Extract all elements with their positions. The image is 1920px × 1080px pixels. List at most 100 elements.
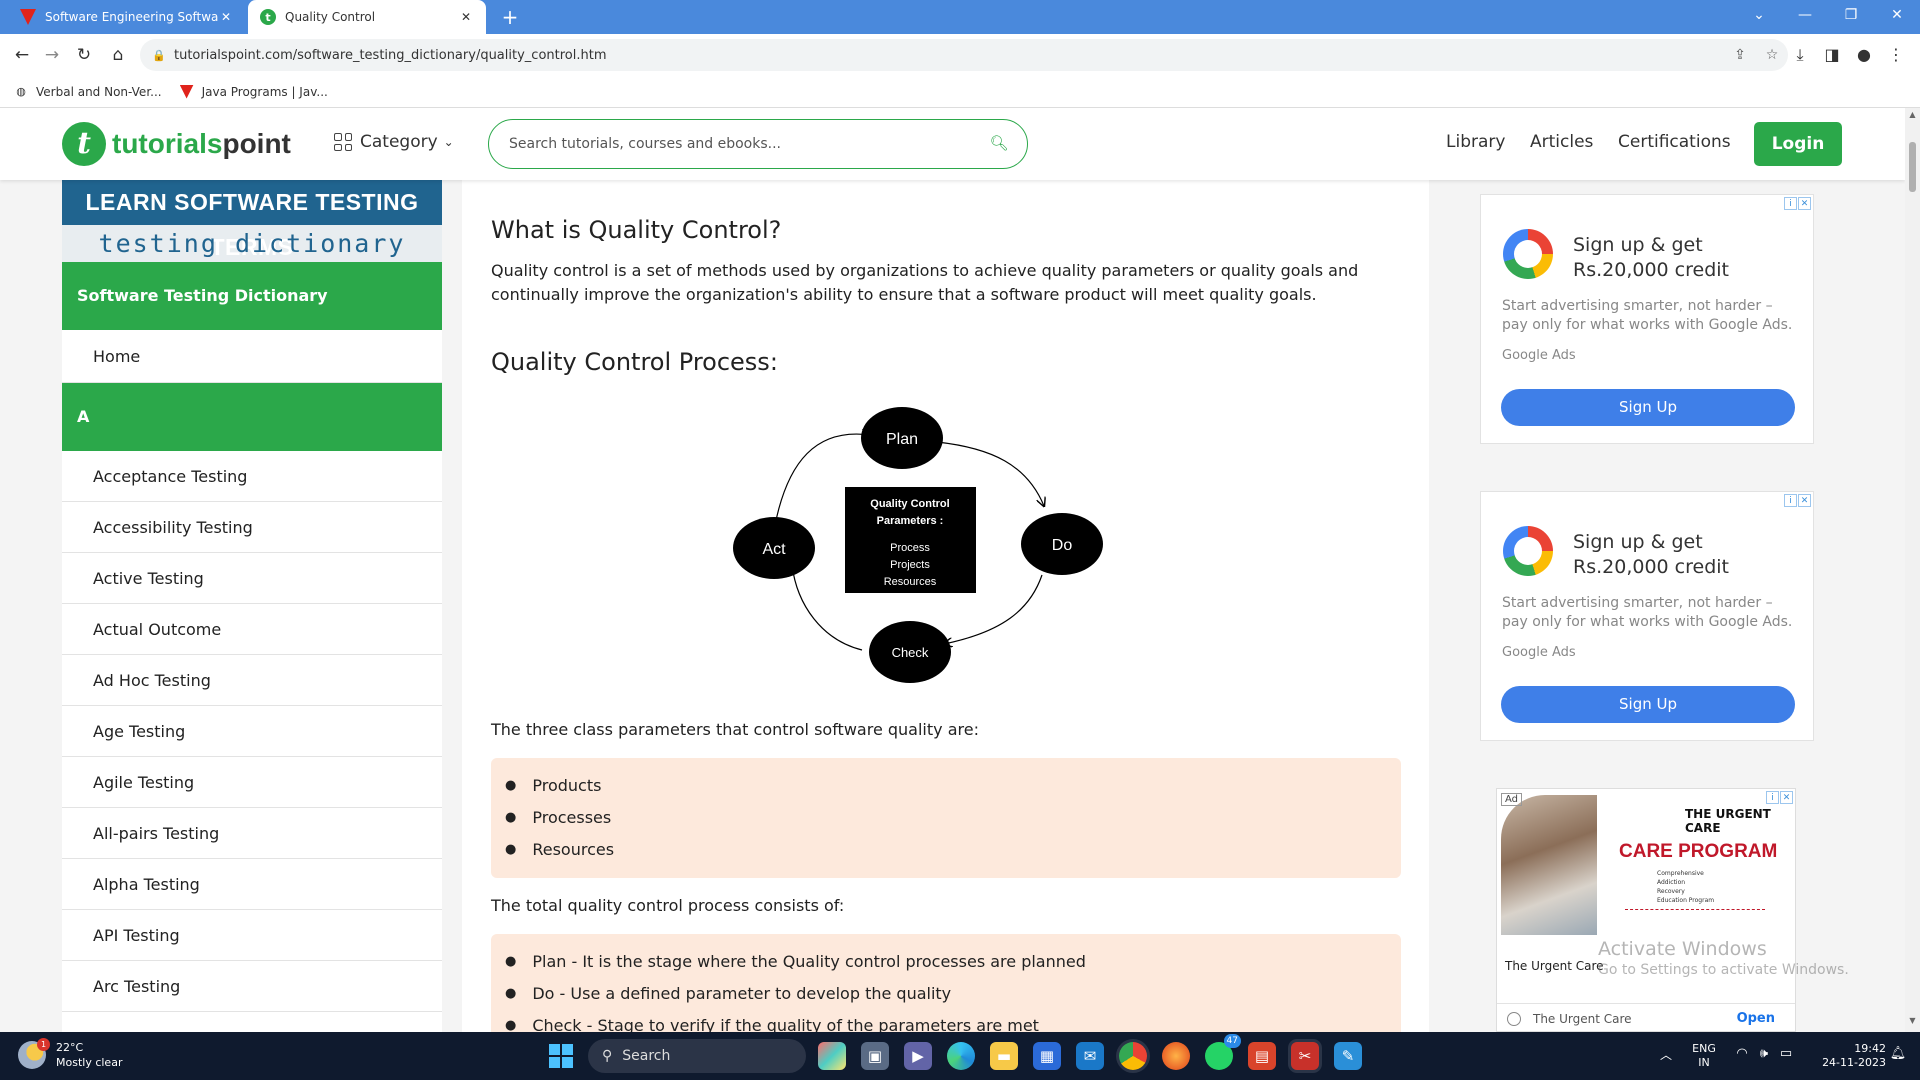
profile-avatar-icon[interactable]: ● — [1852, 43, 1876, 67]
reload-button[interactable]: ↻ — [70, 41, 98, 69]
parameter-process: Process — [890, 542, 930, 554]
show-hidden-icons-chevron-icon[interactable]: ︿ — [1656, 1046, 1676, 1080]
clock-date: 24-11-2023 — [1822, 1056, 1886, 1069]
nav-certifications[interactable]: Certifications — [1618, 132, 1731, 152]
scrollbar-thumb[interactable] — [1909, 142, 1916, 192]
bookmark-star-icon[interactable]: ☆ — [1756, 47, 1788, 63]
check-label: Check — [892, 645, 929, 660]
chrome-browser-icon[interactable] — [1119, 1042, 1147, 1070]
search-box[interactable]: 🔍︎ — [488, 119, 1028, 169]
share-icon[interactable]: ⇪ — [1724, 47, 1756, 63]
sidebar-item-arc-testing[interactable]: Arc Testing — [62, 961, 442, 1012]
sidebar-item-home[interactable]: Home — [62, 330, 442, 383]
scroll-down-arrow-icon[interactable]: ▼ — [1905, 1016, 1920, 1030]
taskbar-search[interactable]: ⚲ Search — [588, 1039, 806, 1073]
notification-bell-icon[interactable]: 🔔︎ — [1888, 1046, 1908, 1080]
urgent-care-ad[interactable]: Ad i ✕ THE URGENT CARE CARE PROGRAM Compr… — [1496, 788, 1796, 1032]
close-tab-icon[interactable]: ✕ — [218, 10, 234, 24]
volume-icon[interactable]: 🕪 — [1754, 1046, 1774, 1080]
wifi-icon[interactable]: ◠ — [1732, 1046, 1752, 1080]
plan-label: Plan — [886, 431, 918, 448]
sidebar-item-active-testing[interactable]: Active Testing — [62, 553, 442, 604]
list-item: Resources — [505, 840, 1401, 872]
close-tab-icon[interactable]: ✕ — [458, 10, 474, 24]
snipping-tool-icon[interactable]: ✂ — [1291, 1042, 1319, 1070]
tutorialspoint-favicon-icon — [179, 84, 194, 99]
clock[interactable]: 19:42 24-11-2023 — [1806, 1042, 1886, 1080]
sidebar-item-actual-outcome[interactable]: Actual Outcome — [62, 604, 442, 655]
close-icon: ✕ — [1798, 494, 1811, 507]
ad-choices[interactable]: i ✕ — [1784, 197, 1811, 210]
teams-chat-icon[interactable]: ▶ — [904, 1042, 932, 1070]
parameter-projects: Projects — [890, 559, 930, 571]
tab-software-engineering[interactable]: Software Engineering Software ✕ — [8, 0, 246, 34]
sidebar-item-all-pairs-testing[interactable]: All-pairs Testing — [62, 808, 442, 859]
search-icon[interactable]: 🔍︎ — [989, 134, 1009, 154]
nav-library[interactable]: Library — [1446, 132, 1505, 152]
list-item: Do - Use a defined parameter to develop … — [505, 984, 1401, 1016]
tab-quality-control[interactable]: t Quality Control ✕ — [248, 0, 486, 34]
sidebar-item-accessibility-testing[interactable]: Accessibility Testing — [62, 502, 442, 553]
login-button[interactable]: Login — [1754, 122, 1842, 166]
language-indicator[interactable]: ENG IN — [1686, 1042, 1722, 1080]
firefox-browser-icon[interactable] — [1162, 1042, 1190, 1070]
mail-icon[interactable]: ✉ — [1076, 1042, 1104, 1070]
paint-app-icon[interactable]: ✎ — [1334, 1042, 1362, 1070]
page-scrollbar[interactable]: ▲ ▼ — [1905, 108, 1920, 1032]
download-icon[interactable]: ⤓ — [1788, 43, 1812, 67]
ad-choices[interactable]: i ✕ — [1766, 791, 1793, 804]
bookmark-verbal[interactable]: ◍ Verbal and Non-Ver... — [14, 84, 161, 99]
ad-choices[interactable]: i ✕ — [1784, 494, 1811, 507]
windows-start-icon[interactable] — [549, 1044, 573, 1068]
category-dropdown[interactable]: Category ⌄ — [334, 132, 454, 152]
minimize-button[interactable]: — — [1782, 0, 1828, 30]
sidebar-item-acceptance-testing[interactable]: Acceptance Testing — [62, 451, 442, 502]
side-panel-icon[interactable]: ◨ — [1820, 43, 1844, 67]
bookmark-java-programs[interactable]: Java Programs | Jav... — [179, 84, 328, 99]
battery-icon[interactable]: ▭ — [1776, 1046, 1796, 1080]
weather-moon-cloud-icon: 1 — [18, 1038, 50, 1069]
back-button[interactable]: ← — [8, 41, 36, 69]
office-app-icon[interactable]: ▤ — [1248, 1042, 1276, 1070]
edge-browser-icon[interactable] — [947, 1042, 975, 1070]
forward-button[interactable]: → — [38, 41, 66, 69]
weather-widget[interactable]: 1 22°C Mostly clear — [18, 1038, 122, 1070]
globe-icon: ◍ — [16, 84, 26, 98]
close-window-button[interactable]: ✕ — [1874, 0, 1920, 30]
menu-kebab-icon[interactable]: ⋮ — [1884, 43, 1908, 67]
file-explorer-icon[interactable]: ▬ — [990, 1042, 1018, 1070]
search-input[interactable] — [509, 136, 989, 152]
bookmarks-bar: ◍ Verbal and Non-Ver... Java Programs | … — [0, 76, 1920, 108]
home-icon[interactable]: ⌂ — [104, 41, 132, 69]
weather-temperature: 22°C — [56, 1041, 84, 1054]
sidebar-item-ad-hoc-testing[interactable]: Ad Hoc Testing — [62, 655, 442, 706]
ad-open-button[interactable]: Open — [1737, 1011, 1775, 1026]
copilot-icon[interactable] — [818, 1042, 846, 1070]
params-list-box: Products Processes Resources — [491, 758, 1401, 878]
microsoft-store-icon[interactable]: ▦ — [1033, 1042, 1061, 1070]
close-icon: ✕ — [1780, 791, 1793, 804]
url-text[interactable]: tutorialspoint.com/software_testing_dict… — [174, 48, 1724, 63]
ad-source: Google Ads — [1502, 348, 1576, 363]
ad-sign-up-button[interactable]: Sign Up — [1501, 686, 1795, 723]
lock-icon[interactable]: 🔒 — [152, 49, 166, 62]
sidebar-item-agile-testing[interactable]: Agile Testing — [62, 757, 442, 808]
whatsapp-icon[interactable]: 47 — [1205, 1034, 1241, 1070]
restore-button[interactable]: ❐ — [1828, 0, 1874, 30]
sidebar-item-alpha-testing[interactable]: Alpha Testing — [62, 859, 442, 910]
windows-taskbar: 1 22°C Mostly clear ⚲ Search ▣ ▶ ▬ ▦ ✉ 4… — [0, 1032, 1920, 1080]
tab-title: Quality Control — [285, 10, 376, 24]
google-ads-banner[interactable]: i ✕ Sign up & get Rs.20,000 credit Start … — [1480, 491, 1814, 741]
scroll-up-arrow-icon[interactable]: ▲ — [1905, 110, 1920, 124]
sidebar-item-age-testing[interactable]: Age Testing — [62, 706, 442, 757]
site-logo[interactable]: t tutorialspoint — [62, 122, 291, 166]
nav-articles[interactable]: Articles — [1530, 132, 1593, 152]
ad-program-title: CARE PROGRAM — [1619, 841, 1778, 862]
tab-search-icon[interactable]: ⌄ — [1736, 0, 1782, 30]
google-ads-banner[interactable]: i ✕ Sign up & get Rs.20,000 credit Start … — [1480, 194, 1814, 444]
address-bar[interactable]: 🔒 tutorialspoint.com/software_testing_di… — [140, 39, 1788, 71]
task-view-icon[interactable]: ▣ — [861, 1042, 889, 1070]
ad-sign-up-button[interactable]: Sign Up — [1501, 389, 1795, 426]
new-tab-button[interactable]: + — [498, 5, 522, 29]
sidebar-item-api-testing[interactable]: API Testing — [62, 910, 442, 961]
